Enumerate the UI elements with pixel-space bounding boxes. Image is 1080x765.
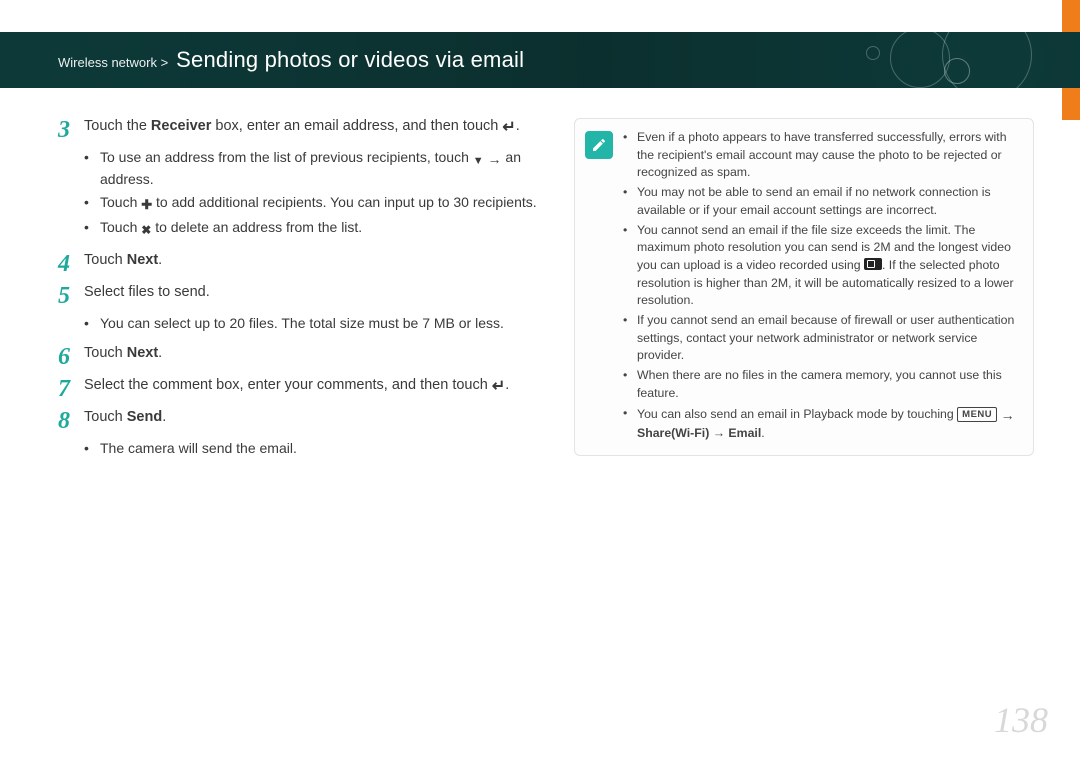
bullet: • (623, 405, 637, 443)
bullet: • (84, 439, 100, 459)
step-4: 4 Touch Next. (58, 250, 548, 276)
page-number: 138 (994, 699, 1048, 741)
step-text: Touch the Receiver box, enter an email a… (84, 116, 548, 142)
text-bold: Receiver (151, 118, 211, 134)
text-bold: Send (127, 409, 162, 425)
deco-circle (866, 46, 880, 60)
text: You may not be able to send an email if … (637, 184, 1019, 219)
arrow-icon (1001, 405, 1015, 426)
text: Touch (84, 252, 127, 268)
video-mode-icon (864, 258, 882, 270)
text: Touch (84, 345, 127, 361)
bullet: • (623, 222, 637, 311)
text-bold: Share(Wi-Fi) → Email (637, 426, 761, 440)
step-text: Select the comment box, enter your comme… (84, 375, 548, 401)
step-number: 8 (58, 407, 84, 433)
step-text: Touch Next. (84, 250, 548, 276)
text-bold: Next (127, 345, 158, 361)
step-number: 3 (58, 116, 84, 142)
note-box: •Even if a photo appears to have transfe… (574, 118, 1034, 456)
text: When there are no files in the camera me… (637, 367, 1019, 402)
text: Select the comment box, enter your comme… (84, 377, 492, 393)
text: Touch (100, 219, 141, 235)
list-item: • Touch to add additional recipients. Yo… (84, 193, 548, 215)
note-icon-wrap (585, 129, 623, 445)
step-text: Select files to send. (84, 282, 548, 308)
bullet: • (623, 129, 637, 182)
text: . (158, 345, 162, 361)
step-number: 4 (58, 250, 84, 276)
text: Touch (84, 409, 127, 425)
enter-icon (502, 117, 515, 139)
bullet: • (84, 314, 100, 334)
plus-icon (141, 195, 152, 215)
bullet: • (84, 218, 100, 240)
list-item: • Touch to delete an address from the li… (84, 218, 548, 240)
list-item: • You can also send an email in Playback… (623, 405, 1019, 443)
text-bold: Next (127, 252, 158, 268)
menu-badge-icon: MENU (957, 407, 997, 422)
bullet: • (623, 184, 637, 219)
text: to add additional recipients. You can in… (152, 194, 537, 210)
list-item: • You cannot send an email if the file s… (623, 222, 1019, 311)
text: . (162, 409, 166, 425)
arrow-icon (488, 150, 502, 170)
sub-list: • To use an address from the list of pre… (84, 148, 548, 240)
step-8: 8 Touch Send. (58, 407, 548, 433)
bullet: • (84, 193, 100, 215)
list-item: •Even if a photo appears to have transfe… (623, 129, 1019, 182)
bullet: • (84, 148, 100, 190)
note-list: •Even if a photo appears to have transfe… (623, 129, 1019, 445)
bullet: • (623, 367, 637, 402)
text: You cannot send an email if the file siz… (637, 222, 1019, 311)
sub-list: • You can select up to 20 files. The tot… (84, 314, 548, 334)
list-item: • To use an address from the list of pre… (84, 148, 548, 190)
list-item: • You can select up to 20 files. The tot… (84, 314, 548, 334)
step-number: 7 (58, 375, 84, 401)
close-icon (141, 220, 151, 240)
steps-column: 3 Touch the Receiver box, enter an email… (58, 116, 548, 469)
text: box, enter an email address, and then to… (211, 118, 502, 134)
text: Touch to add additional recipients. You … (100, 193, 548, 215)
text: You can select up to 20 files. The total… (100, 314, 548, 334)
step-text: Touch Send. (84, 407, 548, 433)
page-title: Sending photos or videos via email (176, 47, 524, 73)
text: The camera will send the email. (100, 439, 548, 459)
text: You can also send an email in Playback m… (637, 407, 957, 421)
content-area: 3 Touch the Receiver box, enter an email… (58, 116, 1038, 469)
step-3: 3 Touch the Receiver box, enter an email… (58, 116, 548, 142)
step-number: 6 (58, 343, 84, 369)
header-banner: Wireless network > Sending photos or vid… (0, 32, 1080, 88)
step-5: 5 Select files to send. (58, 282, 548, 308)
text: Even if a photo appears to have transfer… (637, 129, 1019, 182)
text: . (761, 426, 764, 440)
step-6: 6 Touch Next. (58, 343, 548, 369)
deco-circle (942, 10, 1032, 100)
step-7: 7 Select the comment box, enter your com… (58, 375, 548, 401)
text: Touch (100, 194, 141, 210)
text: To use an address from the list of previ… (100, 149, 473, 165)
sub-list: • The camera will send the email. (84, 439, 548, 459)
list-item: • The camera will send the email. (84, 439, 548, 459)
enter-icon (492, 376, 505, 398)
text: If you cannot send an email because of f… (637, 312, 1019, 365)
note-column: •Even if a photo appears to have transfe… (574, 116, 1034, 469)
text: Touch to delete an address from the list… (100, 218, 548, 240)
list-item: •If you cannot send an email because of … (623, 312, 1019, 365)
bullet: • (623, 312, 637, 365)
text: Touch the (84, 118, 151, 134)
pen-icon (585, 131, 613, 159)
dropdown-icon (473, 150, 484, 170)
breadcrumb-prefix: Wireless network > (58, 55, 168, 70)
text: . (158, 252, 162, 268)
step-number: 5 (58, 282, 84, 308)
manual-page: Wireless network > Sending photos or vid… (0, 0, 1080, 765)
text: To use an address from the list of previ… (100, 148, 548, 190)
step-text: Touch Next. (84, 343, 548, 369)
list-item: •You may not be able to send an email if… (623, 184, 1019, 219)
list-item: •When there are no files in the camera m… (623, 367, 1019, 402)
text: to delete an address from the list. (151, 219, 362, 235)
text: You can also send an email in Playback m… (637, 405, 1019, 443)
deco-circle (890, 28, 950, 88)
